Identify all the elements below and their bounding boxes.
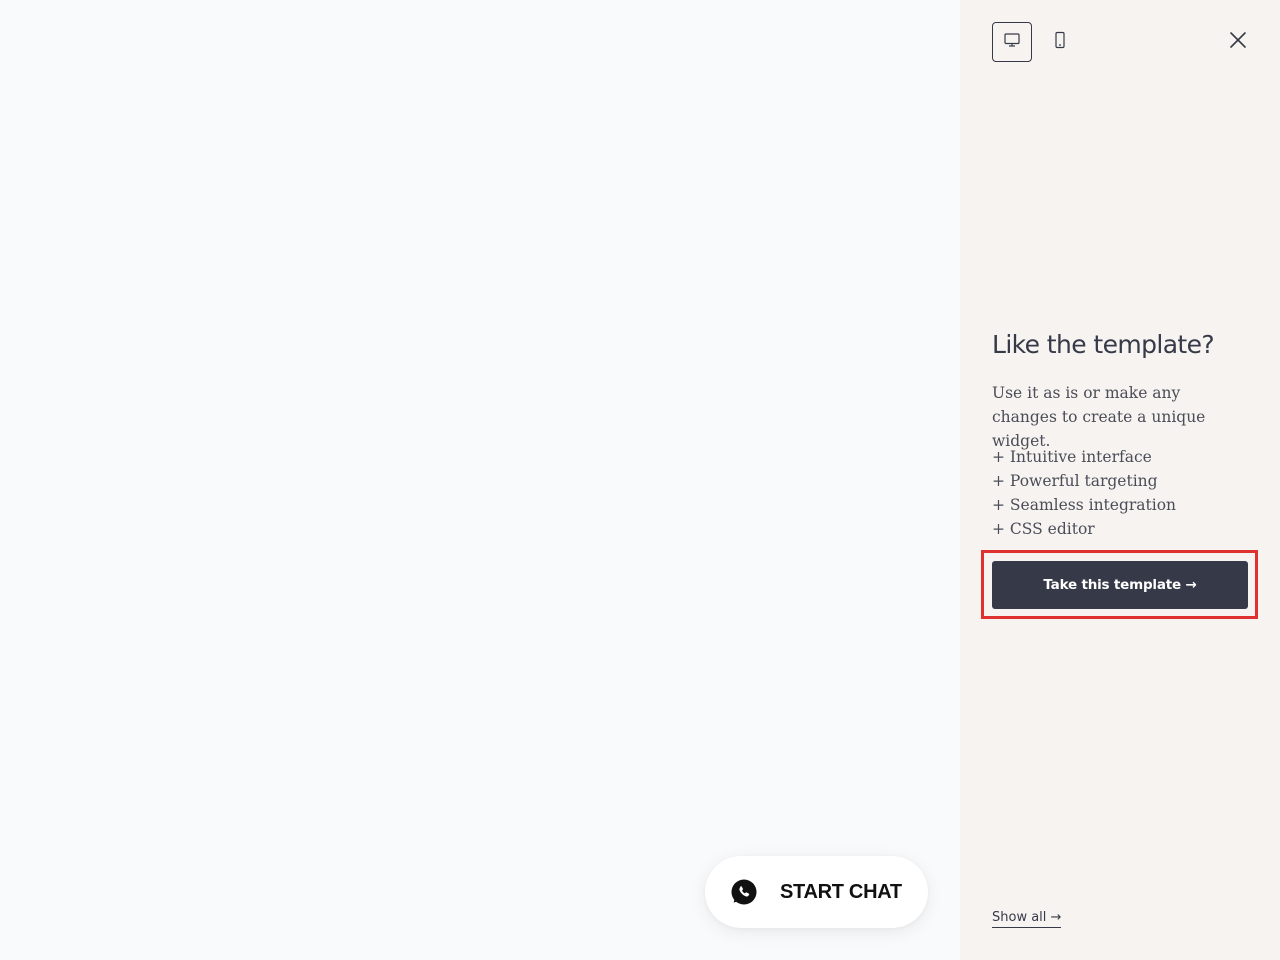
feature-item: + Powerful targeting xyxy=(992,472,1158,490)
take-template-button[interactable]: Take this template → xyxy=(992,561,1248,609)
template-preview-area: START CHAT xyxy=(0,0,960,960)
start-chat-label: START CHAT xyxy=(780,880,902,903)
mobile-view-button[interactable] xyxy=(1040,22,1080,62)
feature-item: + Seamless integration xyxy=(992,496,1177,514)
feature-item: + Intuitive interface xyxy=(992,448,1152,466)
promo-title: Like the template? xyxy=(992,330,1215,359)
mobile-icon xyxy=(1053,31,1067,54)
start-chat-button[interactable]: START CHAT xyxy=(705,856,928,928)
show-all-link[interactable]: Show all → xyxy=(992,909,1062,928)
promo-description: Use it as is or make any changes to crea… xyxy=(992,384,1206,450)
whatsapp-icon xyxy=(729,877,759,907)
desktop-icon xyxy=(1003,31,1021,54)
template-sidebar: Like the template? Use it as is or make … xyxy=(960,0,1280,960)
close-button[interactable] xyxy=(1224,28,1252,56)
close-icon xyxy=(1229,31,1247,54)
feature-item: + CSS editor xyxy=(992,520,1095,538)
feature-list: + Intuitive interface + Powerful targeti… xyxy=(992,445,1176,541)
desktop-view-button[interactable] xyxy=(992,22,1032,62)
